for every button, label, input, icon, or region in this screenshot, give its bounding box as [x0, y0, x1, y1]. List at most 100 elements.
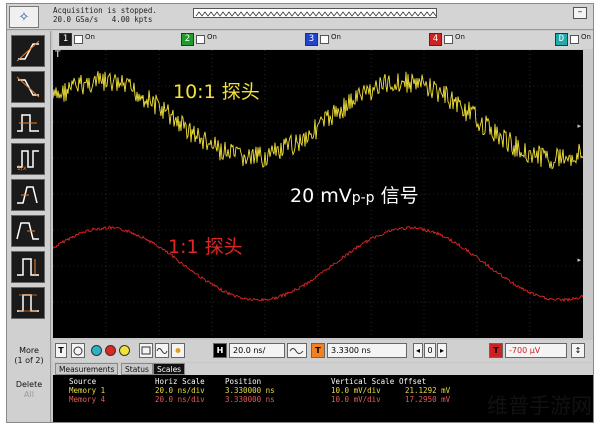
channel-1-checkbox[interactable] [74, 35, 83, 44]
fall-time-button[interactable] [11, 215, 45, 247]
pulse-width-icon [17, 114, 39, 132]
channel-2-checkbox[interactable] [196, 35, 205, 44]
row-vertical-scale: 10.0 mV/div [331, 386, 381, 395]
falling-edge-trigger-button[interactable] [11, 71, 45, 103]
channel-2-label[interactable]: 2 [181, 33, 194, 46]
pulse-period-button[interactable]: 1/x [11, 143, 45, 175]
horizontal-adjust-icon[interactable] [287, 343, 307, 358]
trigger-level-label: T [489, 343, 503, 358]
signal-amplitude-label: 20 mVp-p 信号 [290, 181, 419, 208]
title-bar: ✧ Acquisition is stopped. 20.0 GSa/s 4.0… [7, 4, 593, 30]
header-vertical-scale: Vertical Scale [331, 377, 395, 386]
channel-digital[interactable]: D On [555, 33, 591, 46]
step-right-button[interactable]: ▸ [437, 343, 447, 358]
delete-sub: All [24, 390, 34, 399]
channel-digital-state: On [581, 32, 591, 41]
step-value: 0 [424, 343, 436, 358]
sample-rate: 20.0 GSa/s [53, 15, 99, 24]
header-offset: Offset [399, 377, 427, 386]
tab-status[interactable]: Status [121, 363, 153, 375]
row-offset: 17.2950 mV [405, 395, 451, 404]
row-offset: 21.1292 mV [405, 386, 451, 395]
horizontal-label: H [213, 343, 227, 358]
channel-4-checkbox[interactable] [444, 35, 453, 44]
trigger-position-field[interactable]: 3.3300 ns [327, 343, 407, 358]
header-source: Source [69, 377, 97, 386]
channel-1-label[interactable]: 1 [59, 33, 72, 46]
channel-color-cyan-icon[interactable] [91, 345, 102, 356]
waveform-display[interactable]: T 10:1 探头 20 mVp-p 信号 1:1 探头 ▸ ▸ [53, 50, 583, 338]
sun-icon[interactable] [171, 343, 185, 358]
trigger-icon[interactable]: T [55, 343, 67, 358]
channel-color-yellow-icon[interactable] [119, 345, 130, 356]
row-position: 3.330000 ns [225, 386, 275, 395]
more-label: More [19, 346, 39, 355]
channel-digital-label[interactable]: D [555, 33, 568, 46]
signal-amplitude-value: 20 mV [290, 185, 352, 207]
memory-bar-waveform [195, 11, 436, 17]
channel-color-red-icon[interactable] [105, 345, 116, 356]
channel-4-marker: ▸ [577, 256, 581, 264]
header-position: Position [225, 377, 262, 386]
channel-bar: 1 On 2 On 3 On 4 On D On [53, 31, 593, 49]
channel-1-marker: ▸ [577, 122, 581, 130]
pulse-width-button[interactable] [11, 107, 45, 139]
top-base-button[interactable] [11, 287, 45, 319]
probe-1-1-label: 1:1 探头 [168, 236, 243, 258]
header-horiz-scale: Horiz Scale [155, 377, 205, 386]
more-button[interactable]: More (1 of 2) [9, 346, 49, 366]
row-vertical-scale: 10.0 mV/div [331, 395, 381, 404]
top-base-icon [17, 294, 39, 312]
zoom-icon[interactable] [139, 343, 153, 358]
delete-all-button[interactable]: Delete All [9, 380, 49, 400]
channel-digital-checkbox[interactable] [570, 35, 579, 44]
minimize-button[interactable]: – [573, 7, 587, 19]
pulse-period-icon: 1/x [17, 150, 39, 171]
channel-4-label[interactable]: 4 [429, 33, 442, 46]
wave-icon[interactable] [155, 343, 169, 358]
app-logo-icon[interactable]: ✧ [9, 6, 39, 28]
rise-time-icon [17, 186, 38, 204]
channel-4-state: On [455, 32, 465, 41]
svg-text:1/x: 1/x [17, 165, 27, 171]
horizontal-scale-field[interactable]: 20.0 ns/ [229, 343, 285, 358]
step-left-button[interactable]: ◂ [413, 343, 423, 358]
channel-2-state: On [207, 32, 217, 41]
probe-10-1-label: 10:1 探头 [173, 81, 260, 103]
control-bar: T H 20.0 ns/ T 3.3300 ns ◂ 0 ▸ T -700 μV… [53, 340, 593, 362]
trigger-slope-icon[interactable]: ↕ [571, 343, 585, 358]
signal-amplitude-unit: p-p [351, 190, 375, 206]
channel-3[interactable]: 3 On [305, 33, 341, 46]
channel-3-label[interactable]: 3 [305, 33, 318, 46]
amplitude-button[interactable] [11, 251, 45, 283]
trigger-position-label: T [311, 343, 325, 358]
math-icon[interactable] [71, 343, 85, 358]
channel-4[interactable]: 4 On [429, 33, 465, 46]
rising-edge-trigger-button[interactable] [11, 35, 45, 67]
scope-window: ✧ Acquisition is stopped. 20.0 GSa/s 4.0… [6, 3, 594, 423]
channel-3-state: On [331, 32, 341, 41]
tab-scales[interactable]: Scales [153, 363, 186, 375]
record-length: 4.00 kpts [111, 15, 153, 24]
trigger-marker: T [55, 50, 61, 60]
falling-edge-icon [16, 76, 40, 98]
watermark: 维普手游网 [487, 394, 592, 418]
channel-1-state: On [85, 32, 95, 41]
delete-label: Delete [15, 380, 43, 389]
channel-2[interactable]: 2 On [181, 33, 217, 46]
fall-time-icon [16, 222, 39, 240]
more-page: (1 of 2) [14, 356, 44, 365]
row-horiz-scale: 20.0 ns/div [155, 386, 205, 395]
signal-amplitude-text: 信号 [374, 185, 419, 207]
rise-time-button[interactable] [11, 179, 45, 211]
tab-measurements[interactable]: Measurements [55, 363, 119, 375]
channel-3-checkbox[interactable] [320, 35, 329, 44]
bottom-tabs: Measurements Status Scales [53, 363, 593, 375]
rising-edge-icon [16, 40, 40, 62]
trigger-level-field[interactable]: -700 μV [505, 343, 567, 358]
row-horiz-scale: 20.0 ns/div [155, 395, 205, 404]
channel-1[interactable]: 1 On [59, 33, 95, 46]
amplitude-icon [17, 258, 39, 276]
acquisition-status: Acquisition is stopped. [53, 6, 157, 15]
left-toolbar: 1/x More (1 of 2) Delete All [7, 31, 51, 422]
